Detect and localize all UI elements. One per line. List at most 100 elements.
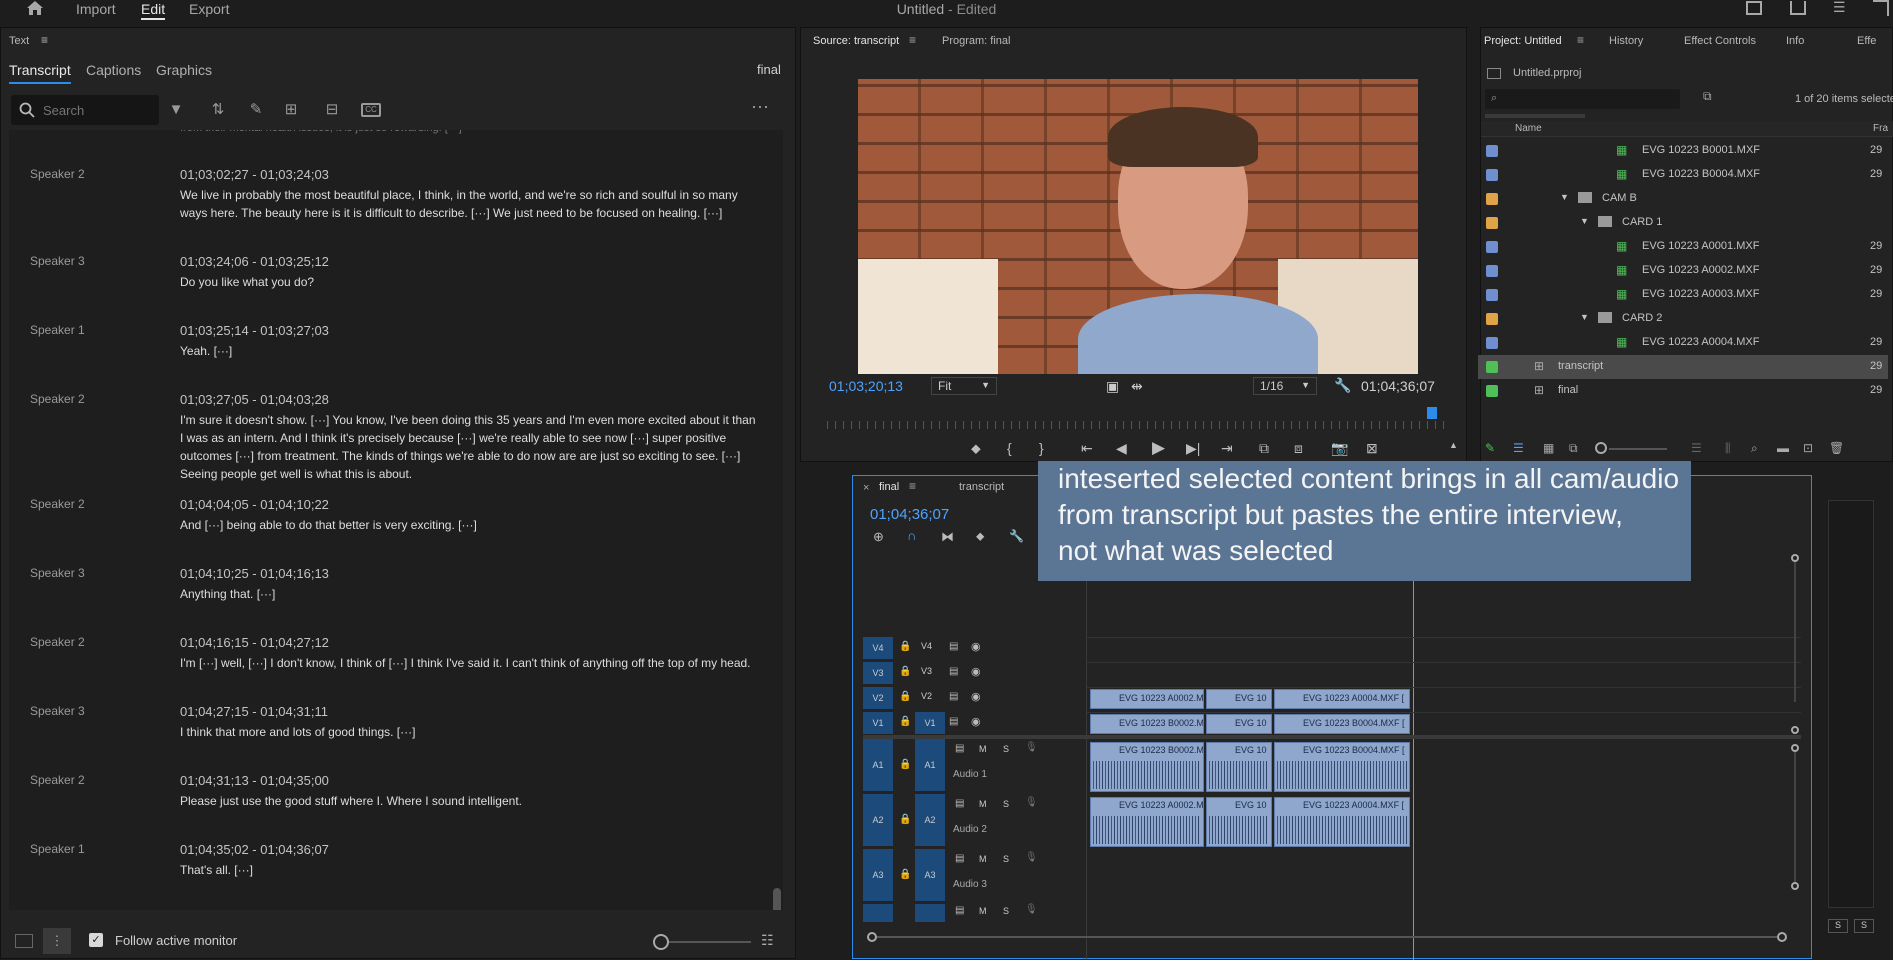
marker-icon[interactable]: ⬥ bbox=[971, 440, 981, 457]
pencil-icon[interactable]: ✎ bbox=[247, 101, 265, 119]
transcript-text[interactable]: That's all. [···] bbox=[180, 861, 760, 879]
close-icon[interactable]: × bbox=[863, 482, 869, 494]
transcript-text[interactable]: And [···] being able to do that better i… bbox=[180, 516, 760, 534]
filter-icon[interactable]: ▼ bbox=[167, 101, 185, 119]
project-menu-icon[interactable]: ≡ bbox=[1577, 33, 1584, 47]
solo-button[interactable]: S bbox=[1003, 906, 1009, 916]
share-icon[interactable] bbox=[1790, 1, 1806, 15]
timeline-playhead[interactable] bbox=[1413, 554, 1414, 960]
eye-icon[interactable]: ◉ bbox=[971, 715, 981, 728]
list-view-icon[interactable]: ☰ bbox=[1513, 441, 1524, 455]
audio-clip[interactable]: EVG 10223 A0002.M bbox=[1090, 797, 1204, 847]
export-frame-icon[interactable]: 📷 bbox=[1331, 440, 1348, 457]
list-item[interactable]: ▦ EVG 10223 A0003.MXF 29 bbox=[1478, 283, 1888, 307]
clip[interactable]: EVG 10223 B0002.M bbox=[1090, 714, 1204, 734]
clip[interactable]: EVG 10223 A0002.M bbox=[1090, 689, 1204, 709]
source-menu-icon[interactable]: ≡ bbox=[909, 33, 916, 47]
mark-out-icon[interactable]: } bbox=[1039, 440, 1044, 456]
clip[interactable]: EVG 10 bbox=[1206, 714, 1272, 734]
zoom-slider[interactable] bbox=[669, 941, 751, 943]
sync-lock-icon[interactable]: ▤ bbox=[955, 798, 964, 809]
track-target-v1[interactable]: V1 bbox=[863, 712, 893, 734]
go-to-in-icon[interactable]: ⇤ bbox=[1081, 440, 1093, 457]
more-options-icon[interactable]: ⋯ bbox=[751, 98, 769, 116]
col-frame-rate[interactable]: Fra bbox=[1873, 123, 1888, 134]
wrench-icon[interactable]: 🔧 bbox=[1334, 377, 1351, 394]
track-label-v3[interactable]: V3 bbox=[921, 666, 932, 676]
clip[interactable]: EVG 10223 B0004.MXF [ bbox=[1274, 714, 1410, 734]
solo-button[interactable]: S bbox=[1003, 799, 1009, 809]
list-item[interactable]: ▦ EVG 10223 B0004.MXF 29 bbox=[1478, 163, 1888, 187]
find-icon[interactable]: ⌕ bbox=[1751, 441, 1758, 456]
list-item-selected[interactable]: ⊞ transcript 29 bbox=[1478, 355, 1888, 379]
lock-icon[interactable]: 🔒 bbox=[899, 691, 911, 702]
track-label-a1[interactable]: A1 bbox=[915, 739, 945, 791]
eye-icon[interactable]: ◉ bbox=[971, 690, 981, 703]
transcript-text[interactable]: Do you like what you do? bbox=[180, 273, 760, 291]
tab-project[interactable]: Project: Untitled bbox=[1484, 35, 1562, 47]
list-item[interactable]: ▼ CARD 2 bbox=[1478, 307, 1888, 331]
track-label-v4[interactable]: V4 bbox=[921, 641, 932, 651]
search-box[interactable] bbox=[11, 95, 159, 125]
new-item-icon[interactable]: ⊡ bbox=[1803, 441, 1813, 455]
zoom-slider-handle[interactable] bbox=[1595, 442, 1607, 454]
list-item[interactable]: ▦ EVG 10223 B0001.MXF 29 bbox=[1478, 139, 1888, 163]
trash-icon[interactable]: 🗑 bbox=[1829, 441, 1844, 455]
hscroll-handle-left[interactable] bbox=[867, 932, 877, 942]
transcript-text[interactable]: We live in probably the most beautiful p… bbox=[180, 186, 760, 222]
tab-source[interactable]: Source: transcript bbox=[813, 35, 899, 47]
track-label-a4[interactable] bbox=[915, 904, 945, 922]
fullscreen-icon[interactable] bbox=[1873, 0, 1889, 16]
mute-button[interactable]: M bbox=[979, 854, 987, 864]
sync-lock-icon[interactable]: ▤ bbox=[949, 666, 958, 677]
clip[interactable]: EVG 10 bbox=[1206, 689, 1272, 709]
mic-icon[interactable]: 🎙 bbox=[1025, 797, 1038, 808]
tab-program[interactable]: Program: final bbox=[942, 35, 1010, 47]
timeline-menu-icon[interactable]: ≡ bbox=[909, 479, 916, 493]
resolution-dropdown[interactable]: 1/16 ▼ bbox=[1253, 377, 1317, 395]
mark-in-icon[interactable]: { bbox=[1007, 440, 1012, 456]
lock-icon[interactable]: 🔒 bbox=[899, 869, 911, 880]
linked-selection-icon[interactable]: ⧓ bbox=[941, 529, 954, 545]
list-item[interactable]: ▼ CAM B bbox=[1478, 187, 1888, 211]
button-editor-icon[interactable]: ⊠ bbox=[1366, 440, 1378, 457]
list-item[interactable]: ▦ EVG 10223 A0002.MXF 29 bbox=[1478, 259, 1888, 283]
ungroup-icon[interactable]: ⊟ bbox=[323, 101, 341, 119]
transcript-text[interactable]: Please just use the good stuff where I. … bbox=[180, 792, 760, 810]
track-target-a2[interactable]: A2 bbox=[863, 794, 893, 846]
transcript-text[interactable]: Yeah. [···] bbox=[180, 342, 760, 360]
chevron-down-icon[interactable]: ▼ bbox=[1580, 312, 1589, 322]
track-label-a2[interactable]: A2 bbox=[915, 794, 945, 846]
tab-info[interactable]: Info bbox=[1786, 35, 1804, 47]
new-bin-from-search-icon[interactable]: ⧉ bbox=[1703, 89, 1712, 104]
mute-button[interactable]: M bbox=[979, 744, 987, 754]
freeform-view-icon[interactable]: ⧉ bbox=[1569, 441, 1578, 456]
mic-icon[interactable]: 🎙 bbox=[1025, 852, 1038, 863]
audio-clip[interactable]: EVG 10 bbox=[1206, 797, 1272, 847]
video-vscroll[interactable] bbox=[1794, 562, 1796, 702]
add-marker-icon[interactable]: ⬥ bbox=[976, 529, 984, 544]
track-label-v2[interactable]: V2 bbox=[921, 691, 932, 701]
list-item[interactable]: ▼ CARD 1 bbox=[1478, 211, 1888, 235]
solo-button[interactable]: S bbox=[1003, 744, 1009, 754]
tab-transcript[interactable]: Transcript bbox=[9, 62, 71, 84]
hscroll-handle-right[interactable] bbox=[1777, 932, 1787, 942]
new-bin-icon[interactable]: ▬ bbox=[1777, 441, 1789, 455]
timeline-hscroll[interactable] bbox=[877, 936, 1777, 938]
source-timecode[interactable]: 01;03;20;13 bbox=[829, 378, 903, 394]
sync-lock-icon[interactable]: ▤ bbox=[955, 853, 964, 864]
lock-icon[interactable]: 🔒 bbox=[899, 814, 911, 825]
track-target-v4[interactable]: V4 bbox=[863, 637, 893, 659]
transcript-text[interactable]: I'm sure it doesn't show. [···] You know… bbox=[180, 411, 760, 483]
audio-clip[interactable]: EVG 10223 B0002.M bbox=[1090, 742, 1204, 792]
transcript-text[interactable]: Anything that. [···] bbox=[180, 585, 760, 603]
step-back-icon[interactable]: ◀ bbox=[1116, 440, 1127, 457]
eye-icon[interactable]: ◉ bbox=[971, 640, 981, 653]
snap-icon[interactable]: ∩ bbox=[907, 528, 916, 543]
track-target-v3[interactable]: V3 bbox=[863, 662, 893, 684]
panel-menu-icon[interactable]: ≡ bbox=[41, 33, 48, 47]
track-target-a4[interactable] bbox=[863, 904, 893, 922]
overflow-arrow-icon[interactable]: ▲ bbox=[1449, 440, 1458, 450]
audio-clip[interactable]: EVG 10223 A0004.MXF [ bbox=[1274, 797, 1410, 847]
tab-effects[interactable]: Effe bbox=[1857, 35, 1876, 47]
